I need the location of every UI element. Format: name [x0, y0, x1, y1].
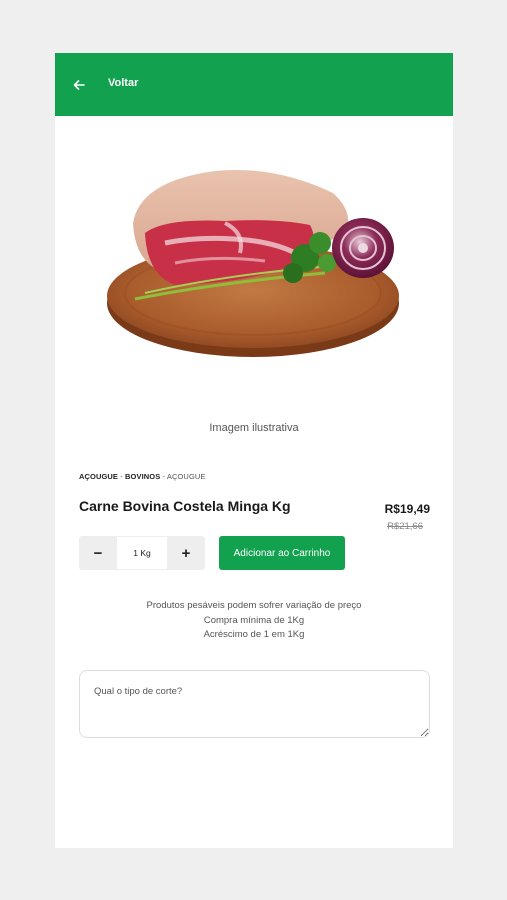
cut-type-field[interactable] — [79, 670, 430, 738]
note-line: Produtos pesáveis podem sofrer variação … — [146, 600, 362, 611]
breadcrumb-item[interactable]: AÇOUGUE — [167, 472, 206, 481]
back-link[interactable]: Voltar — [108, 77, 138, 89]
quantity-value: 1 Kg — [117, 536, 167, 570]
breadcrumb-item[interactable]: AÇOUGUE — [79, 472, 118, 481]
image-caption: Imagem ilustrativa — [209, 422, 299, 434]
weight-notes: Produtos pesáveis podem sofrer variação … — [55, 599, 453, 643]
breadcrumb-item[interactable]: BOVINOS — [125, 472, 160, 481]
breadcrumb-separator: - — [118, 472, 126, 481]
product-price: R$19,49 — [384, 502, 430, 516]
decrease-quantity-button[interactable]: − — [79, 536, 117, 570]
product-card: Voltar Imagem ilustrativa AÇOUGUE - BOVI… — [55, 53, 453, 848]
increase-quantity-button[interactable]: + — [167, 536, 205, 570]
add-to-cart-button[interactable]: Adicionar ao Carrinho — [219, 536, 345, 570]
note-line: Acréscimo de 1 em 1Kg — [203, 629, 305, 640]
breadcrumb: AÇOUGUE - BOVINOS - AÇOUGUE — [79, 472, 206, 481]
product-image — [105, 163, 405, 363]
product-title: Carne Bovina Costela Minga Kg — [79, 498, 291, 514]
arrow-left-icon[interactable] — [73, 75, 87, 95]
note-line: Compra mínima de 1Kg — [203, 614, 305, 626]
quantity-stepper: − 1 Kg + — [79, 536, 205, 570]
app-header: Voltar — [55, 53, 453, 116]
product-old-price: R$21,66 — [387, 521, 423, 532]
